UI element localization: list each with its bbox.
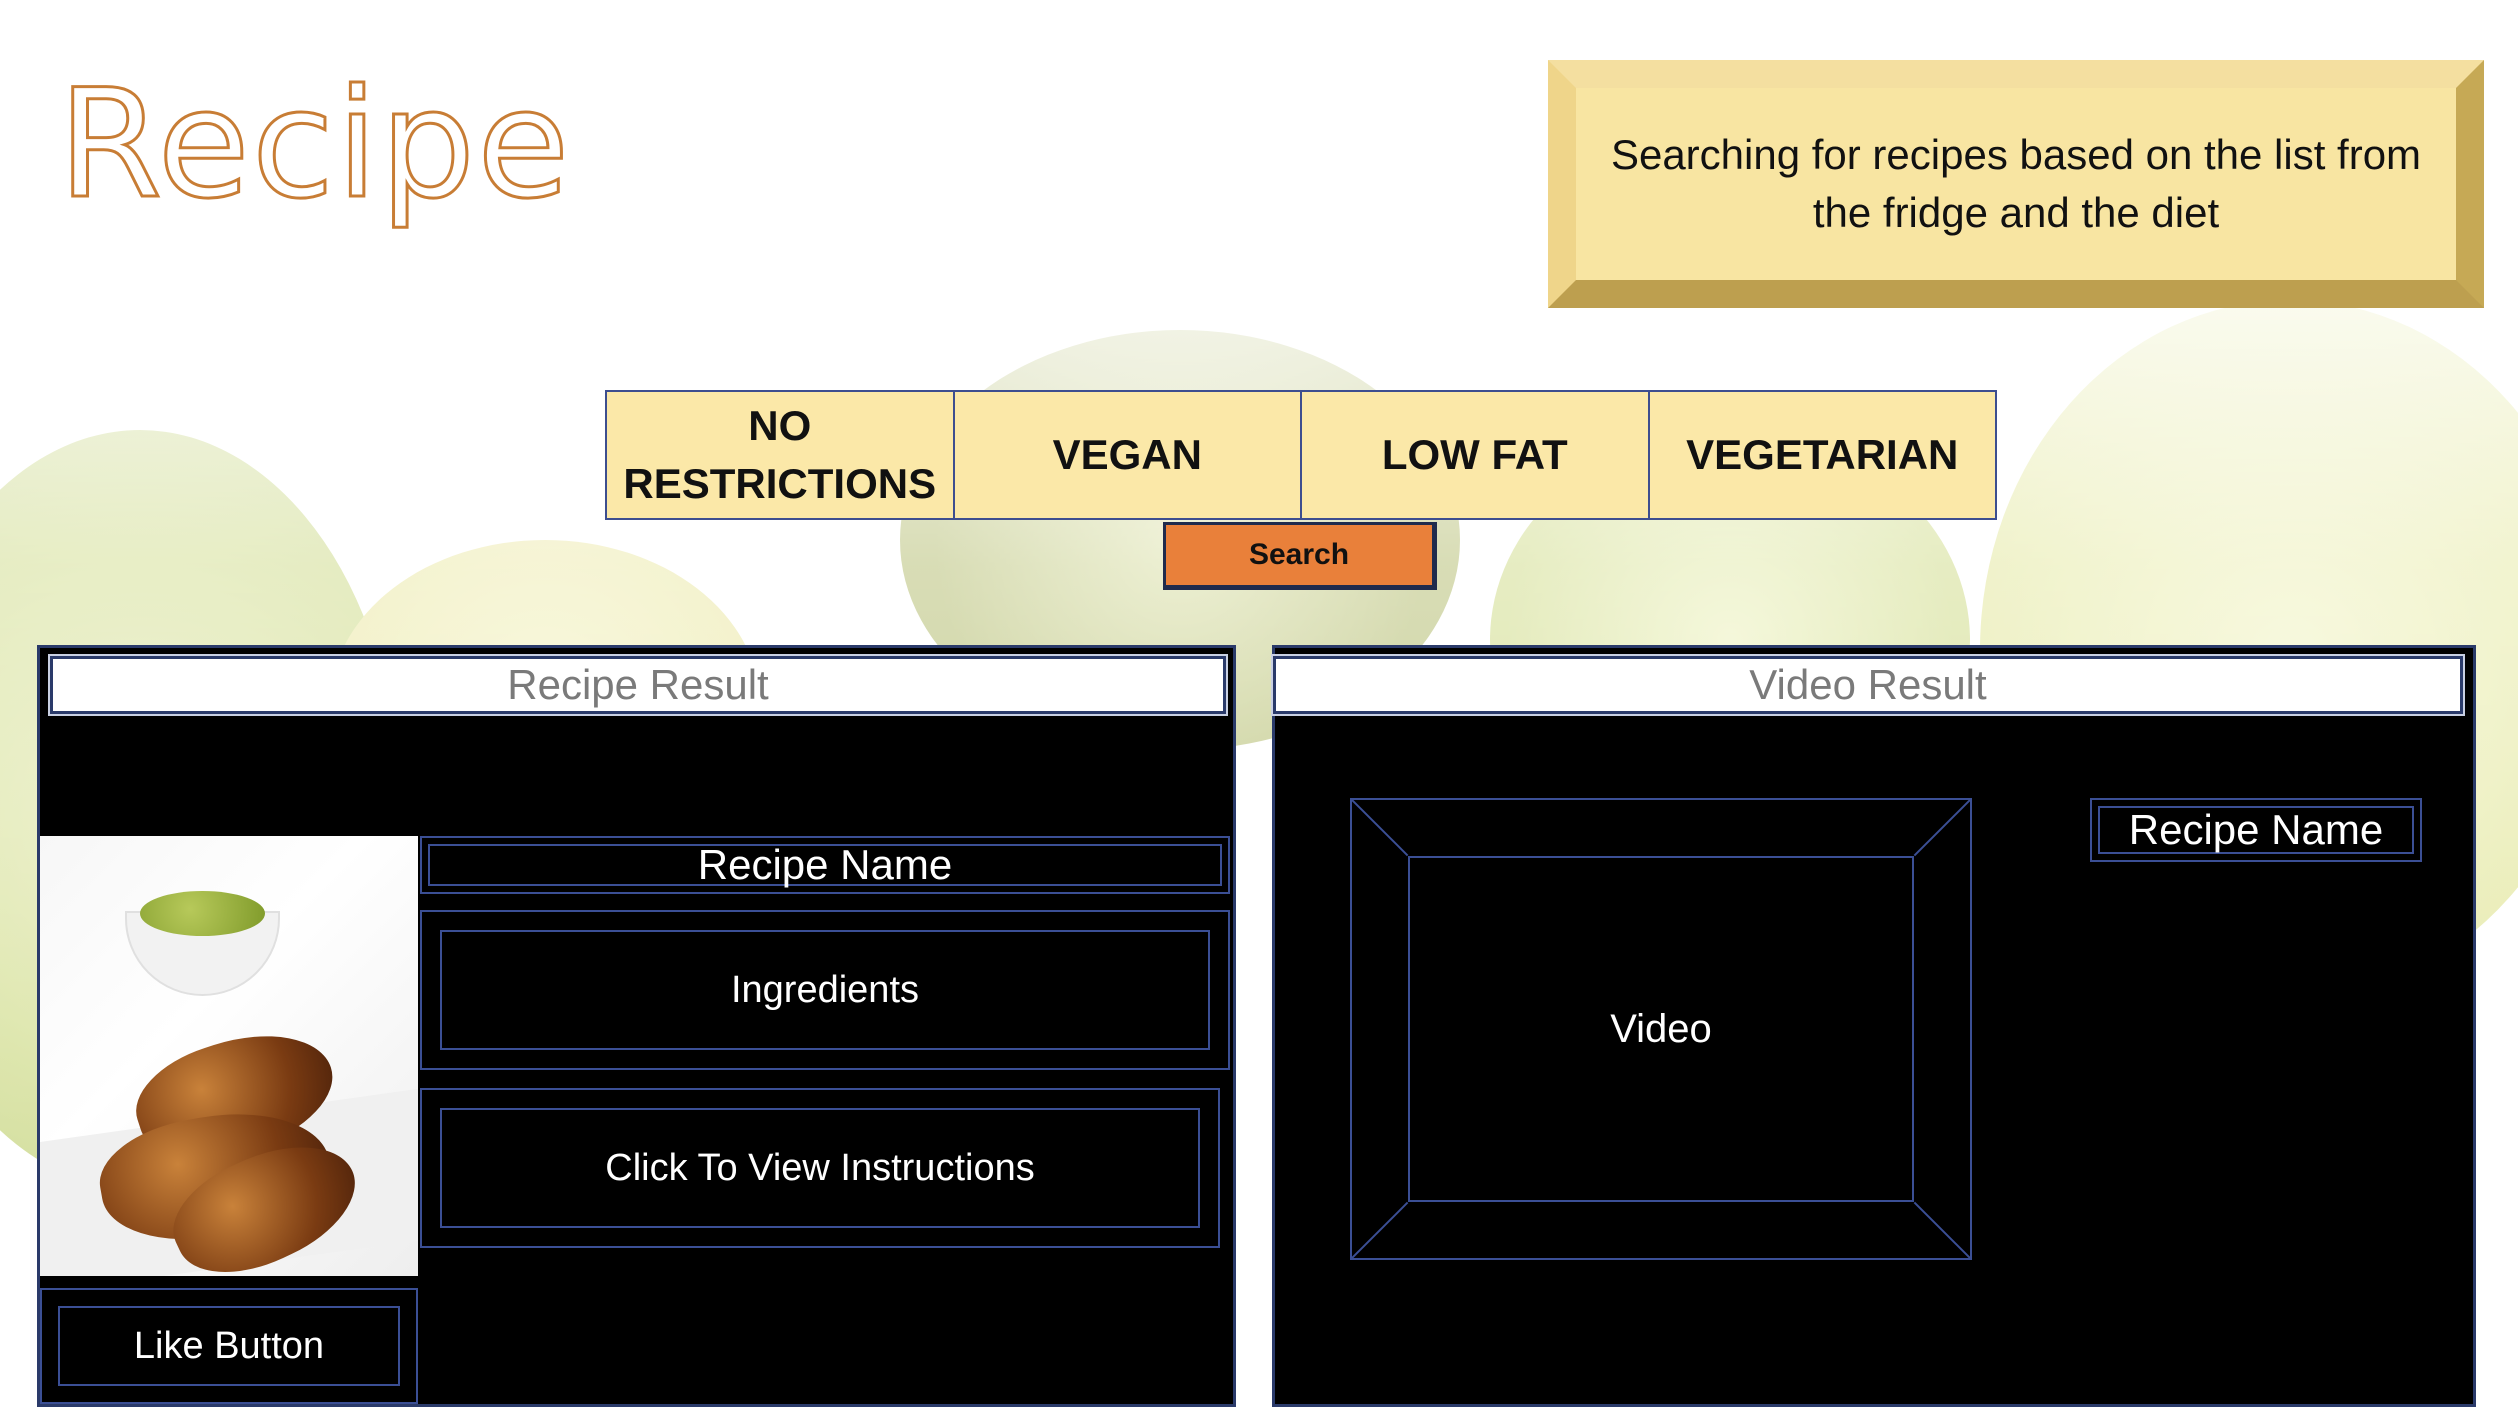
description-note: Searching for recipes based on the list …: [1548, 60, 2484, 308]
guacamole-shape: [140, 891, 265, 936]
recipe-result-panel: Recipe Result Recipe Name Ingredients Cl…: [37, 645, 1236, 1407]
filter-vegetarian-button[interactable]: VEGETARIAN: [1649, 392, 1995, 518]
like-button[interactable]: Like Button: [40, 1288, 418, 1404]
page-title: Recipe: [56, 58, 572, 232]
filter-no-restrictions-button[interactable]: NO RESTRICTIONS: [607, 392, 955, 518]
video-recipe-name-field[interactable]: Recipe Name: [2090, 798, 2422, 862]
video-recipe-name-label: Recipe Name: [2128, 806, 2384, 853]
recipe-name-label: Recipe Name: [697, 841, 953, 888]
recipe-image[interactable]: [40, 836, 418, 1276]
ingredients-label: Ingredients: [730, 968, 919, 1011]
video-label: Video: [1610, 1006, 1712, 1051]
video-result-header: Video Result: [1271, 654, 2465, 716]
ingredients-box[interactable]: Ingredients: [420, 910, 1230, 1070]
diet-filter-bar: NO RESTRICTIONS VEGAN LOW FAT VEGETARIAN: [605, 390, 1997, 520]
filter-vegan-button[interactable]: VEGAN: [954, 392, 1302, 518]
description-text: Searching for recipes based on the list …: [1576, 88, 2456, 280]
video-result-panel: Video Result Video Recipe Name: [1271, 645, 2476, 1407]
filter-low-fat-button[interactable]: LOW FAT: [1302, 392, 1650, 518]
like-label: Like Button: [133, 1324, 325, 1367]
search-button[interactable]: Search: [1163, 522, 1437, 590]
instructions-label: Click To View Instructions: [605, 1146, 1035, 1189]
video-player[interactable]: Video: [1350, 798, 1972, 1260]
recipe-name-field[interactable]: Recipe Name: [420, 836, 1230, 894]
view-instructions-button[interactable]: Click To View Instructions: [420, 1088, 1220, 1248]
recipe-result-header: Recipe Result: [48, 654, 1228, 716]
